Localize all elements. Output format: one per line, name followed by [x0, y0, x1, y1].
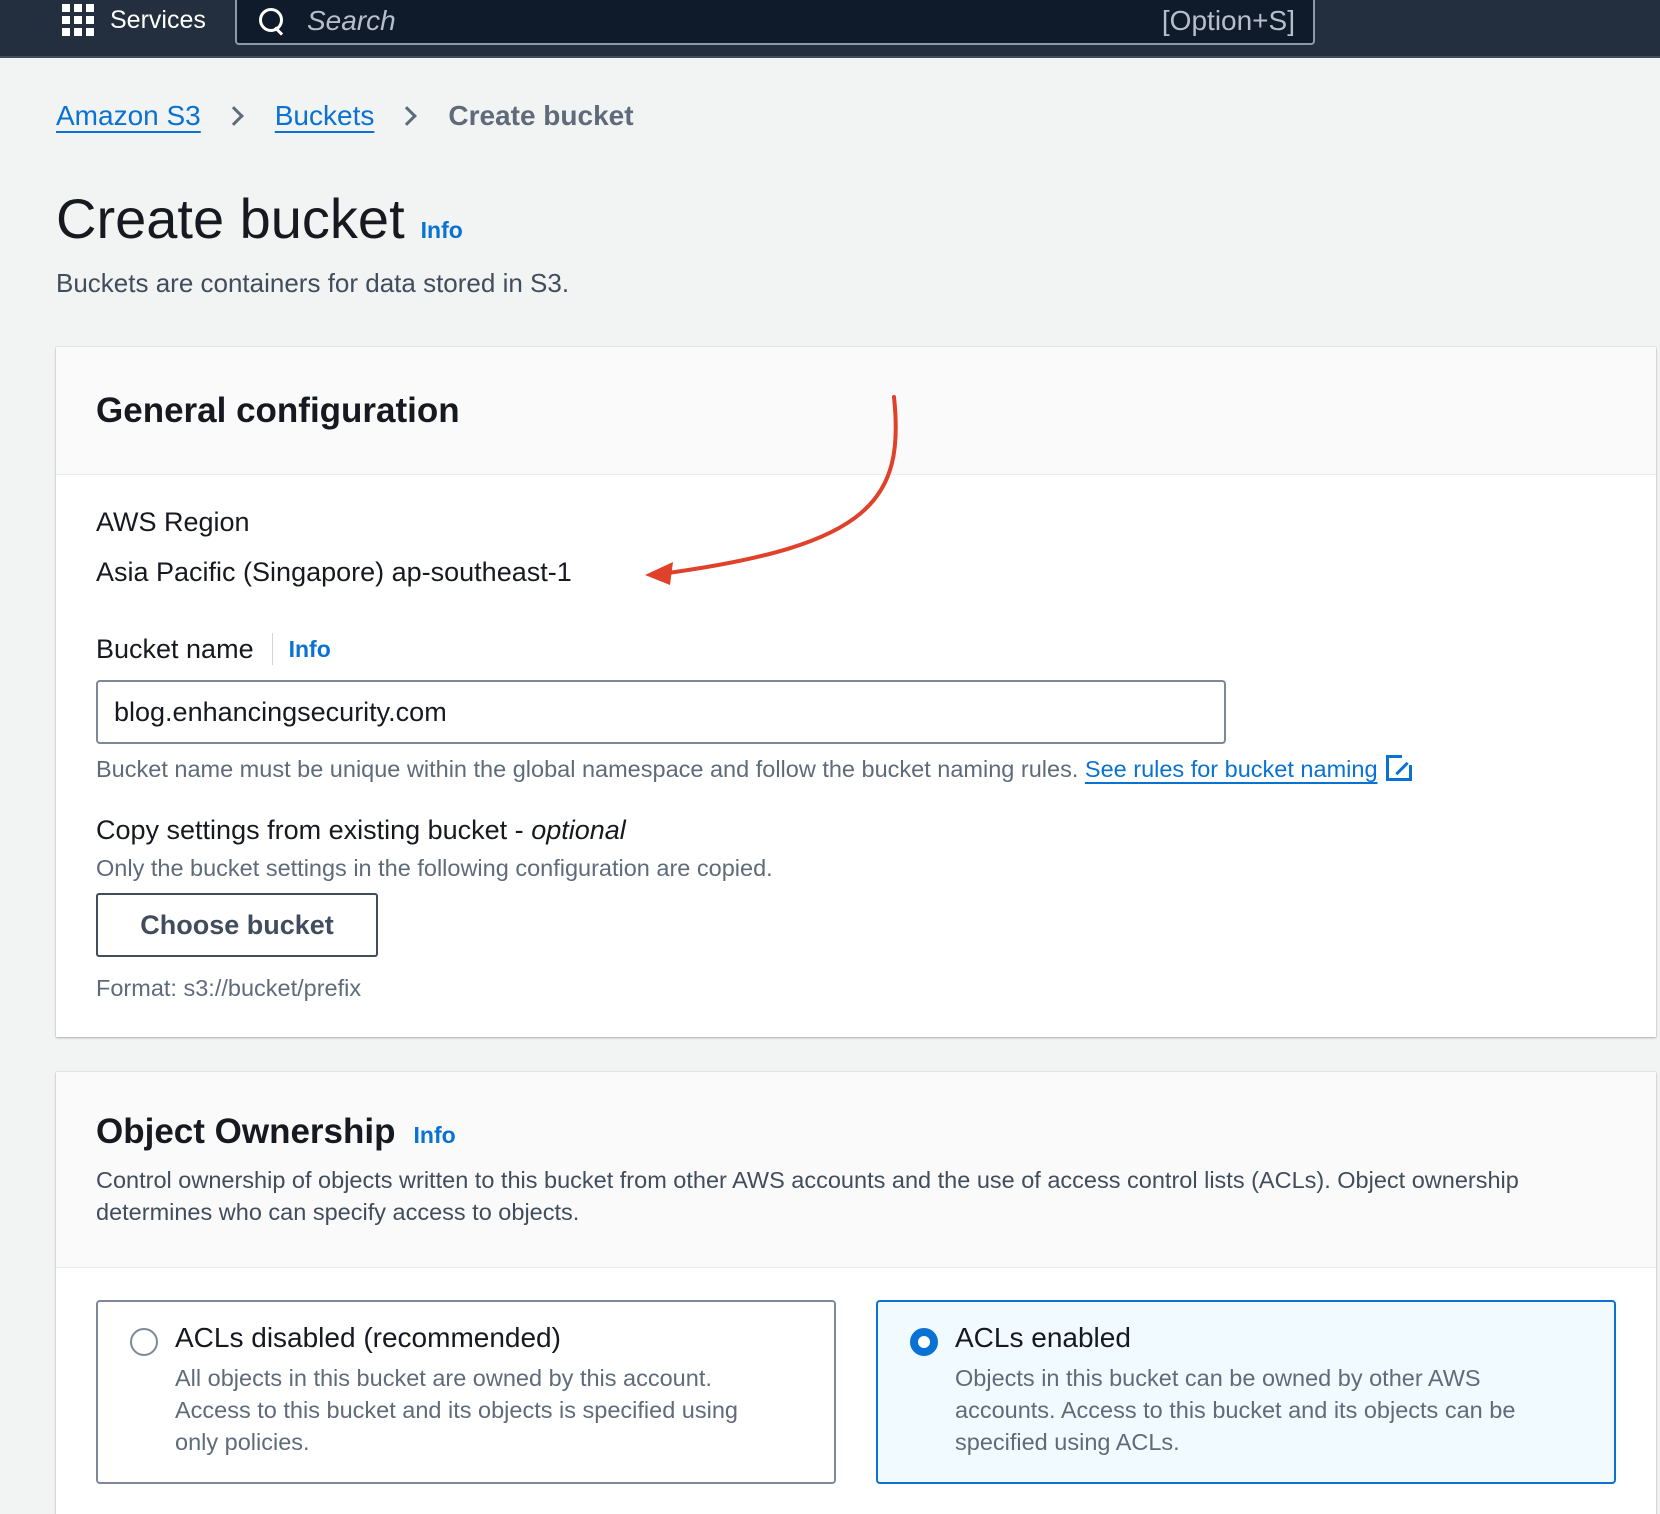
- bucket-name-info-link[interactable]: Info: [289, 636, 331, 663]
- chevron-right-icon: [397, 106, 418, 126]
- search-placeholder: Search: [307, 4, 396, 36]
- choose-bucket-button[interactable]: Choose bucket: [96, 893, 378, 957]
- bucket-naming-rules-link[interactable]: See rules for bucket naming: [1084, 753, 1414, 782]
- general-configuration-panel: General configuration AWS Region Asia Pa…: [56, 347, 1656, 1037]
- top-navigation-bar: Services Search [Option+S]: [0, 0, 1660, 58]
- acls-enabled-title: ACLs enabled: [955, 1322, 1131, 1353]
- copy-settings-description: Only the bucket settings in the followin…: [96, 855, 773, 881]
- object-ownership-description: Control ownership of objects written to …: [96, 1167, 1519, 1225]
- general-configuration-header: General configuration: [56, 347, 1656, 475]
- search-shortcut-hint: [Option+S]: [1161, 4, 1295, 36]
- object-ownership-title: Object Ownership: [96, 1112, 396, 1151]
- label-divider: [271, 633, 273, 665]
- bucket-name-help: Bucket name must be unique within the gl…: [96, 753, 1414, 783]
- search-icon: [257, 6, 287, 36]
- copy-settings-optional: optional: [531, 815, 626, 845]
- page-title: Create bucket: [56, 187, 405, 250]
- breadcrumb-amazon-s3[interactable]: Amazon S3: [56, 100, 201, 132]
- bucket-naming-rules-link-text: See rules for bucket naming: [1084, 756, 1378, 782]
- search-input[interactable]: Search [Option+S]: [235, 0, 1315, 45]
- object-ownership-info-link[interactable]: Info: [414, 1122, 456, 1149]
- breadcrumb: Amazon S3 Buckets Create bucket: [56, 100, 634, 132]
- copy-settings-label: Copy settings from existing bucket - opt…: [96, 815, 626, 846]
- chevron-right-icon: [223, 106, 244, 126]
- bucket-name-input[interactable]: blog.enhancingsecurity.com: [96, 680, 1226, 744]
- aws-region-label: AWS Region: [96, 507, 250, 537]
- copy-settings-label-text: Copy settings from existing bucket -: [96, 815, 532, 845]
- services-label: Services: [110, 5, 206, 34]
- external-link-icon: [1385, 753, 1414, 781]
- breadcrumb-buckets[interactable]: Buckets: [275, 100, 375, 132]
- acls-disabled-title: ACLs disabled (recommended): [175, 1322, 561, 1353]
- services-menu-button[interactable]: Services: [62, 0, 206, 40]
- page-header: Create bucket Info: [56, 186, 463, 251]
- acls-disabled-option[interactable]: ACLs disabled (recommended) All objects …: [96, 1300, 836, 1484]
- apps-grid-icon: [62, 4, 94, 36]
- radio-checked-icon[interactable]: [910, 1328, 938, 1356]
- acls-disabled-description: All objects in this bucket are owned by …: [175, 1365, 738, 1455]
- breadcrumb-create-bucket: Create bucket: [448, 100, 634, 131]
- page-info-link[interactable]: Info: [421, 217, 463, 244]
- object-ownership-header: Object Ownership Info Control ownership …: [56, 1072, 1656, 1268]
- acls-enabled-description: Objects in this bucket can be owned by o…: [955, 1365, 1516, 1455]
- format-hint: Format: s3://bucket/prefix: [96, 975, 362, 1001]
- page-description: Buckets are containers for data stored i…: [56, 268, 570, 298]
- aws-region-value: Asia Pacific (Singapore) ap-southeast-1: [96, 557, 572, 587]
- bucket-name-label-row: Bucket name Info: [96, 633, 331, 665]
- acls-enabled-option[interactable]: ACLs enabled Objects in this bucket can …: [876, 1300, 1616, 1484]
- bucket-name-help-text: Bucket name must be unique within the gl…: [96, 756, 1079, 782]
- bucket-name-label: Bucket name: [96, 633, 254, 664]
- general-configuration-title: General configuration: [96, 390, 460, 430]
- radio-unchecked-icon[interactable]: [130, 1328, 158, 1356]
